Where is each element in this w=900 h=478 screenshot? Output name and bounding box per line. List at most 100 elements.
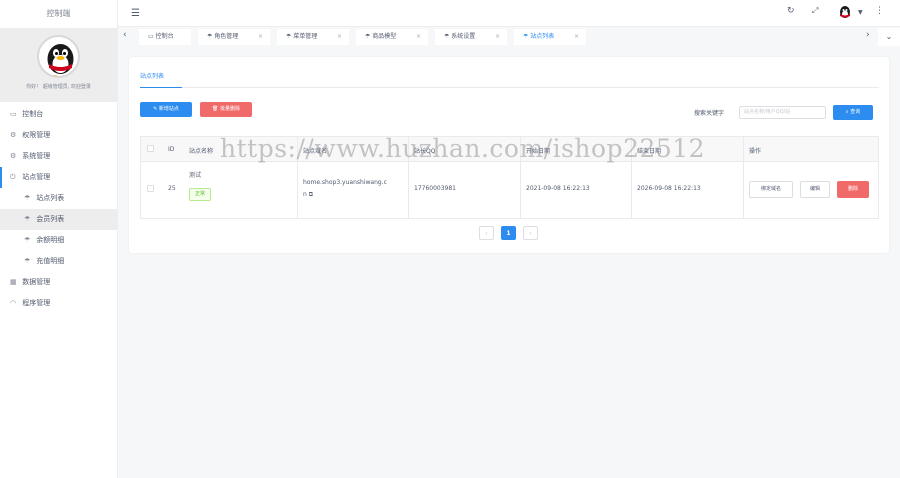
column-header: 操作 — [749, 148, 762, 155]
status-badge: 正常 — [189, 188, 212, 201]
umbrella-icon: ☂ — [24, 215, 31, 223]
sidebar-item-balance-detail[interactable]: ☂ 余额明细 — [0, 230, 117, 251]
umbrella-icon: ☂ — [24, 257, 31, 265]
sidebar-item-system[interactable]: ⚙ 系统管理 — [0, 146, 117, 167]
avatar[interactable] — [37, 35, 80, 78]
cell-start-date: 2021-09-08 16:22:13 — [526, 185, 590, 192]
grid-icon: ▦ — [10, 278, 17, 286]
column-header: ID — [168, 146, 175, 153]
column-divider — [520, 137, 521, 218]
tab-dashboard[interactable]: ▭ 控制台 — [139, 29, 191, 45]
tabs-bar: ‹ ▭ 控制台 ☂ 角色管理 × ☂ 菜单管理 × ☂ 商品模型 × ☂ 系统设置 × … — [118, 27, 900, 47]
sidebar: 控制端 你好！ 超级管理员, 欢迎登录 ▭ 控制台 ⚙ 权限管理 ⚙ 系统管理 … — [0, 0, 118, 478]
column-header: 开始日期 — [526, 148, 551, 155]
topbar: ☰ ↻ ⤢ ▼ ⋮ — [118, 0, 900, 27]
umbrella-icon: ☂ — [24, 194, 31, 202]
fullscreen-icon[interactable]: ⤢ — [812, 6, 818, 16]
sidebar-item-label: 余额明细 — [36, 236, 65, 244]
column-divider — [408, 137, 409, 218]
tab-label: 菜单管理 — [293, 33, 318, 40]
column-header: 站点域名 — [303, 148, 328, 155]
bind-domain-button[interactable]: 绑定域名 — [749, 181, 793, 198]
button-label: 新增站点 — [158, 106, 179, 112]
sidebar-item-label: 权限管理 — [22, 131, 51, 139]
tab-roles[interactable]: ☂ 角色管理 × — [198, 29, 270, 45]
more-icon[interactable]: ⋮ — [875, 6, 884, 16]
cell-qq: 17760003981 — [414, 185, 456, 192]
tab-label: 角色管理 — [214, 33, 239, 40]
power-icon: ⏻ — [10, 173, 16, 181]
content-card: 站点列表 ✎ 新增站点 🗑 批量删除 搜索关键字 站点名称/用户QQ/站 ⌕ 查… — [129, 57, 889, 253]
column-divider — [743, 137, 744, 218]
prev-page-button[interactable]: ‹ — [479, 226, 494, 240]
sidebar-item-dashboard[interactable]: ▭ 控制台 — [0, 104, 117, 125]
sidebar-item-data[interactable]: ▦ 数据管理 — [0, 272, 117, 293]
refresh-icon[interactable]: ↻ — [787, 6, 795, 16]
sidebar-item-label: 数据管理 — [22, 278, 51, 286]
column-divider — [631, 137, 632, 218]
sidebar-item-label: 充值明细 — [36, 257, 65, 265]
sidebar-item-label: 站点列表 — [36, 194, 65, 202]
copy-icon[interactable]: ⧉ — [309, 191, 313, 198]
close-icon[interactable]: × — [258, 29, 263, 45]
select-all-checkbox[interactable] — [147, 145, 154, 152]
tab-label: 站点列表 — [530, 33, 555, 40]
column-header: 结束日期 — [637, 148, 662, 155]
sidebar-item-label: 站点管理 — [22, 173, 51, 181]
wifi-icon: ◠ — [10, 299, 17, 307]
tab-site-list[interactable]: ☂ 站点列表 × — [514, 29, 586, 45]
cell-domain-tail: n — [303, 191, 307, 198]
row-checkbox[interactable] — [147, 185, 154, 192]
close-icon[interactable]: × — [574, 29, 579, 45]
sidebar-item-sites[interactable]: ⏻ 站点管理 — [0, 167, 117, 188]
next-page-button[interactable]: › — [523, 226, 538, 240]
sidebar-item-program[interactable]: ◠ 程序管理 — [0, 293, 117, 314]
column-divider — [297, 137, 298, 218]
sidebar-item-label: 会员列表 — [36, 215, 65, 223]
column-header: 站长QQ — [414, 148, 436, 155]
search-input[interactable]: 站点名称/用户QQ/站 — [739, 106, 826, 119]
chevron-down-icon[interactable]: ▼ — [858, 9, 863, 16]
table-row[interactable]: 25 测试 正常 home.shop3.yuanshiwang.c n ⧉ 17… — [141, 162, 878, 218]
page-1-button[interactable]: 1 — [501, 226, 516, 240]
tab-label: 商品模型 — [372, 33, 397, 40]
profile-panel: 你好！ 超级管理员, 欢迎登录 — [0, 28, 117, 102]
sidebar-item-permissions[interactable]: ⚙ 权限管理 — [0, 125, 117, 146]
search-label: 搜索关键字 — [694, 110, 725, 117]
cell-site-name: 测试 — [189, 172, 202, 179]
delete-button[interactable]: 删除 — [837, 181, 869, 198]
cell-end-date: 2026-09-08 16:22:13 — [637, 185, 701, 192]
monitor-icon: ▭ — [148, 33, 156, 40]
tab-product-model[interactable]: ☂ 商品模型 × — [356, 29, 428, 45]
tab-menus[interactable]: ☂ 菜单管理 × — [277, 29, 349, 45]
sidebar-item-member-list[interactable]: ☂ 会员列表 — [0, 209, 117, 230]
batch-delete-button[interactable]: 🗑 批量删除 — [200, 102, 252, 117]
sidebar-item-label: 程序管理 — [22, 299, 51, 307]
chevron-right-icon[interactable]: › — [866, 30, 870, 40]
column-header: 站点名称 — [189, 148, 214, 155]
menu-icon[interactable]: ☰ — [131, 8, 140, 19]
user-avatar[interactable] — [838, 5, 852, 22]
sidebar-item-site-list[interactable]: ☂ 站点列表 — [0, 188, 117, 209]
tab-settings[interactable]: ☂ 系统设置 × — [435, 29, 507, 45]
divider — [140, 87, 879, 88]
close-icon[interactable]: × — [495, 29, 500, 45]
table-header: ID 站点名称 站点域名 站长QQ 开始日期 结束日期 操作 — [141, 137, 878, 162]
edit-button[interactable]: 编辑 — [800, 181, 830, 198]
trash-icon: 🗑 — [212, 106, 220, 112]
qq-penguin-icon — [47, 44, 74, 76]
sidebar-item-label: 系统管理 — [22, 152, 51, 160]
tab-site-list-inner[interactable]: 站点列表 — [140, 71, 164, 80]
sidebar-item-recharge-detail[interactable]: ☂ 充值明细 — [0, 251, 117, 272]
tabs-dropdown[interactable]: ⌄ — [878, 28, 900, 46]
close-icon[interactable]: × — [337, 29, 342, 45]
chevron-left-icon[interactable]: ‹ — [123, 30, 127, 40]
sidebar-item-label: 控制台 — [22, 110, 44, 118]
close-icon[interactable]: × — [416, 29, 421, 45]
sidebar-menu: ▭ 控制台 ⚙ 权限管理 ⚙ 系统管理 ⏻ 站点管理 ☂ 站点列表 ☂ 会员列表… — [0, 102, 117, 314]
monitor-icon: ▭ — [10, 110, 17, 118]
search-button[interactable]: ⌕ 查询 — [833, 105, 873, 120]
brand-title: 控制端 — [46, 9, 71, 18]
tab-underline — [140, 87, 182, 88]
add-site-button[interactable]: ✎ 新增站点 — [140, 102, 192, 117]
